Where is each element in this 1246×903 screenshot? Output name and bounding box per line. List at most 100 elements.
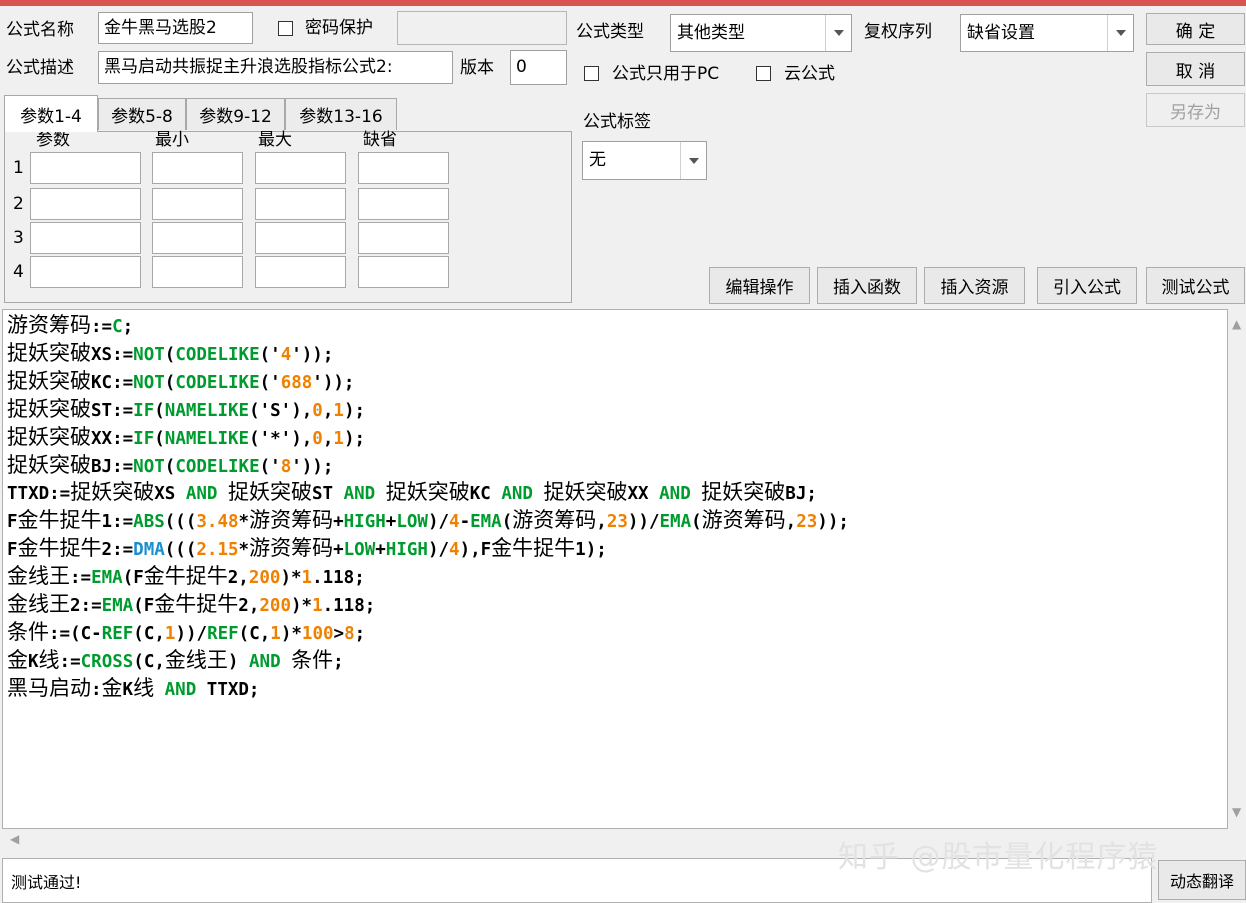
chevron-down-icon[interactable] xyxy=(680,142,706,179)
code-token: IF xyxy=(133,400,155,421)
code-token: ( xyxy=(154,428,165,449)
code-token: 金线王 xyxy=(7,592,70,617)
formula-type-select[interactable]: 其他类型 xyxy=(670,14,852,52)
param-1-min-input[interactable] xyxy=(152,152,243,184)
scroll-down-icon[interactable]: ▼ xyxy=(1232,805,1241,819)
code-token: BJ:= xyxy=(91,456,134,477)
code-token: 金牛捉牛 xyxy=(154,592,239,617)
code-token: + xyxy=(385,512,397,533)
code-token: HIGH xyxy=(343,512,386,533)
insert-function-button[interactable]: 插入函数 xyxy=(817,267,917,304)
param-3-min-input[interactable] xyxy=(152,222,243,254)
code-line[interactable]: 黑马启动:金K线 AND TTXD; xyxy=(7,676,849,704)
code-token: )/ xyxy=(427,540,450,561)
param-2-default-input[interactable] xyxy=(358,188,449,220)
import-formula-button[interactable]: 引入公式 xyxy=(1037,267,1137,304)
formula-tag-value: 无 xyxy=(589,150,606,170)
code-token: 金线王 xyxy=(7,564,70,589)
formula-tag-select[interactable]: 无 xyxy=(582,141,707,180)
param-4-max-input[interactable] xyxy=(255,256,346,288)
code-line[interactable]: TTXD:=捉妖突破XS AND 捉妖突破ST AND 捉妖突破KC AND 捉… xyxy=(7,480,849,508)
param-4-min-input[interactable] xyxy=(152,256,243,288)
code-line[interactable]: 捉妖突破KC:=NOT(CODELIKE('688')); xyxy=(7,369,849,397)
param-1-name-input[interactable] xyxy=(30,152,141,184)
code-token: , xyxy=(322,428,334,449)
param-1-max-input[interactable] xyxy=(255,152,346,184)
code-token: 23 xyxy=(606,512,628,533)
version-input[interactable]: 0 xyxy=(510,50,567,85)
code-line[interactable]: F金牛捉牛1:=ABS(((3.48*游资筹码+HIGH+LOW)/4-EMA(… xyxy=(7,508,849,536)
code-line[interactable]: 捉妖突破XX:=IF(NAMELIKE('*'),0,1); xyxy=(7,425,849,453)
formula-type-value: 其他类型 xyxy=(677,23,745,43)
param-header-max: 最大 xyxy=(258,130,292,150)
code-token: CROSS xyxy=(80,651,134,672)
rights-sequence-select[interactable]: 缺省设置 xyxy=(960,14,1134,52)
code-line[interactable]: 金线王:=EMA(F金牛捉牛2,200)*1.118; xyxy=(7,564,849,592)
vertical-scrollbar[interactable]: ▲ ▼ xyxy=(1228,309,1246,829)
code-token: )/ xyxy=(427,512,450,533)
save-as-button[interactable]: 另存为 xyxy=(1146,93,1245,127)
code-token: 2:= xyxy=(70,596,102,617)
code-token: ((( xyxy=(164,512,197,533)
cancel-button[interactable]: 取 消 xyxy=(1146,52,1245,86)
insert-resource-button[interactable]: 插入资源 xyxy=(924,267,1025,304)
code-line[interactable]: 捉妖突破ST:=IF(NAMELIKE('S'),0,1); xyxy=(7,397,849,425)
code-token: 4 xyxy=(449,512,460,533)
code-editor[interactable]: 游资筹码:=C; 捉妖突破XS:=NOT(CODELIKE('4')); 捉妖突破K… xyxy=(2,309,1228,829)
dynamic-translate-button[interactable]: 动态翻译 xyxy=(1158,860,1246,900)
code-token: 捉妖突破 xyxy=(227,480,312,505)
test-formula-button[interactable]: 测试公式 xyxy=(1146,267,1245,304)
param-2-name-input[interactable] xyxy=(30,188,141,220)
param-2-min-input[interactable] xyxy=(152,188,243,220)
code-line[interactable]: 条件:=(C-REF(C,1))/REF(C,1)*100>8; xyxy=(7,620,849,648)
code-token: DMA xyxy=(133,540,165,561)
code-token: (' xyxy=(259,372,281,393)
code-token: 游资筹码 xyxy=(249,508,334,533)
code-token: 捉妖突破 xyxy=(543,480,628,505)
code-token: , xyxy=(322,400,334,421)
code-token: 金牛捉牛 xyxy=(17,508,102,533)
param-3-name-input[interactable] xyxy=(30,222,141,254)
password-input[interactable] xyxy=(397,11,567,45)
param-1-default-input[interactable] xyxy=(358,152,449,184)
code-line[interactable]: F金牛捉牛2:=DMA(((2.15*游资筹码+LOW+HIGH)/4),F金牛… xyxy=(7,536,849,564)
code-content[interactable]: 游资筹码:=C; 捉妖突破XS:=NOT(CODELIKE('4')); 捉妖突破K… xyxy=(7,313,849,704)
chevron-down-icon[interactable] xyxy=(1107,15,1133,51)
ok-button[interactable]: 确 定 xyxy=(1146,13,1245,45)
param-3-max-input[interactable] xyxy=(255,222,346,254)
code-token: (' xyxy=(259,456,281,477)
code-token: 8 xyxy=(344,623,355,644)
code-token: 捉妖突破 xyxy=(7,424,91,449)
code-line[interactable]: 捉妖突破BJ:=NOT(CODELIKE('8')); xyxy=(7,453,849,481)
param-4-name-input[interactable] xyxy=(30,256,141,288)
formula-name-input[interactable]: 金牛黑马选股2 xyxy=(98,12,253,44)
code-token: - xyxy=(459,512,471,533)
tab-params-9-12[interactable]: 参数9-12 xyxy=(186,98,285,130)
param-2-max-input[interactable] xyxy=(255,188,346,220)
scroll-left-icon[interactable]: ◀ xyxy=(10,832,19,846)
code-line[interactable]: 游资筹码:=C; xyxy=(7,313,849,341)
scroll-up-icon[interactable]: ▲ xyxy=(1232,317,1241,331)
code-token: ('S'), xyxy=(249,400,313,421)
param-4-default-input[interactable] xyxy=(358,256,449,288)
param-3-default-input[interactable] xyxy=(358,222,449,254)
tab-params-1-4[interactable]: 参数1-4 xyxy=(4,95,98,132)
tab-params-13-16[interactable]: 参数13-16 xyxy=(285,98,397,130)
code-line[interactable]: 捉妖突破XS:=NOT(CODELIKE('4')); xyxy=(7,341,849,369)
code-line[interactable]: 金K线:=CROSS(C,金线王) AND 条件; xyxy=(7,648,849,676)
pc-only-checkbox[interactable] xyxy=(584,66,599,81)
code-token: 捉妖突破 xyxy=(70,480,155,505)
formula-desc-input[interactable]: 黑马启动共振捉主升浪选股指标公式2: xyxy=(98,51,453,84)
chevron-down-icon[interactable] xyxy=(825,15,851,51)
cloud-formula-checkbox[interactable] xyxy=(756,66,771,81)
code-token: ST xyxy=(311,484,344,505)
tab-params-5-8[interactable]: 参数5-8 xyxy=(98,98,186,130)
edit-operation-button[interactable]: 编辑操作 xyxy=(709,267,810,304)
code-token: 黑马启动 xyxy=(7,675,91,700)
code-line[interactable]: 金线王2:=EMA(F金牛捉牛2,200)*1.118; xyxy=(7,592,849,620)
password-protect-checkbox[interactable] xyxy=(278,21,293,36)
code-token: 游资筹码 xyxy=(249,536,334,561)
code-token: 4 xyxy=(449,540,460,561)
code-token: 捉妖突破 xyxy=(701,480,786,505)
